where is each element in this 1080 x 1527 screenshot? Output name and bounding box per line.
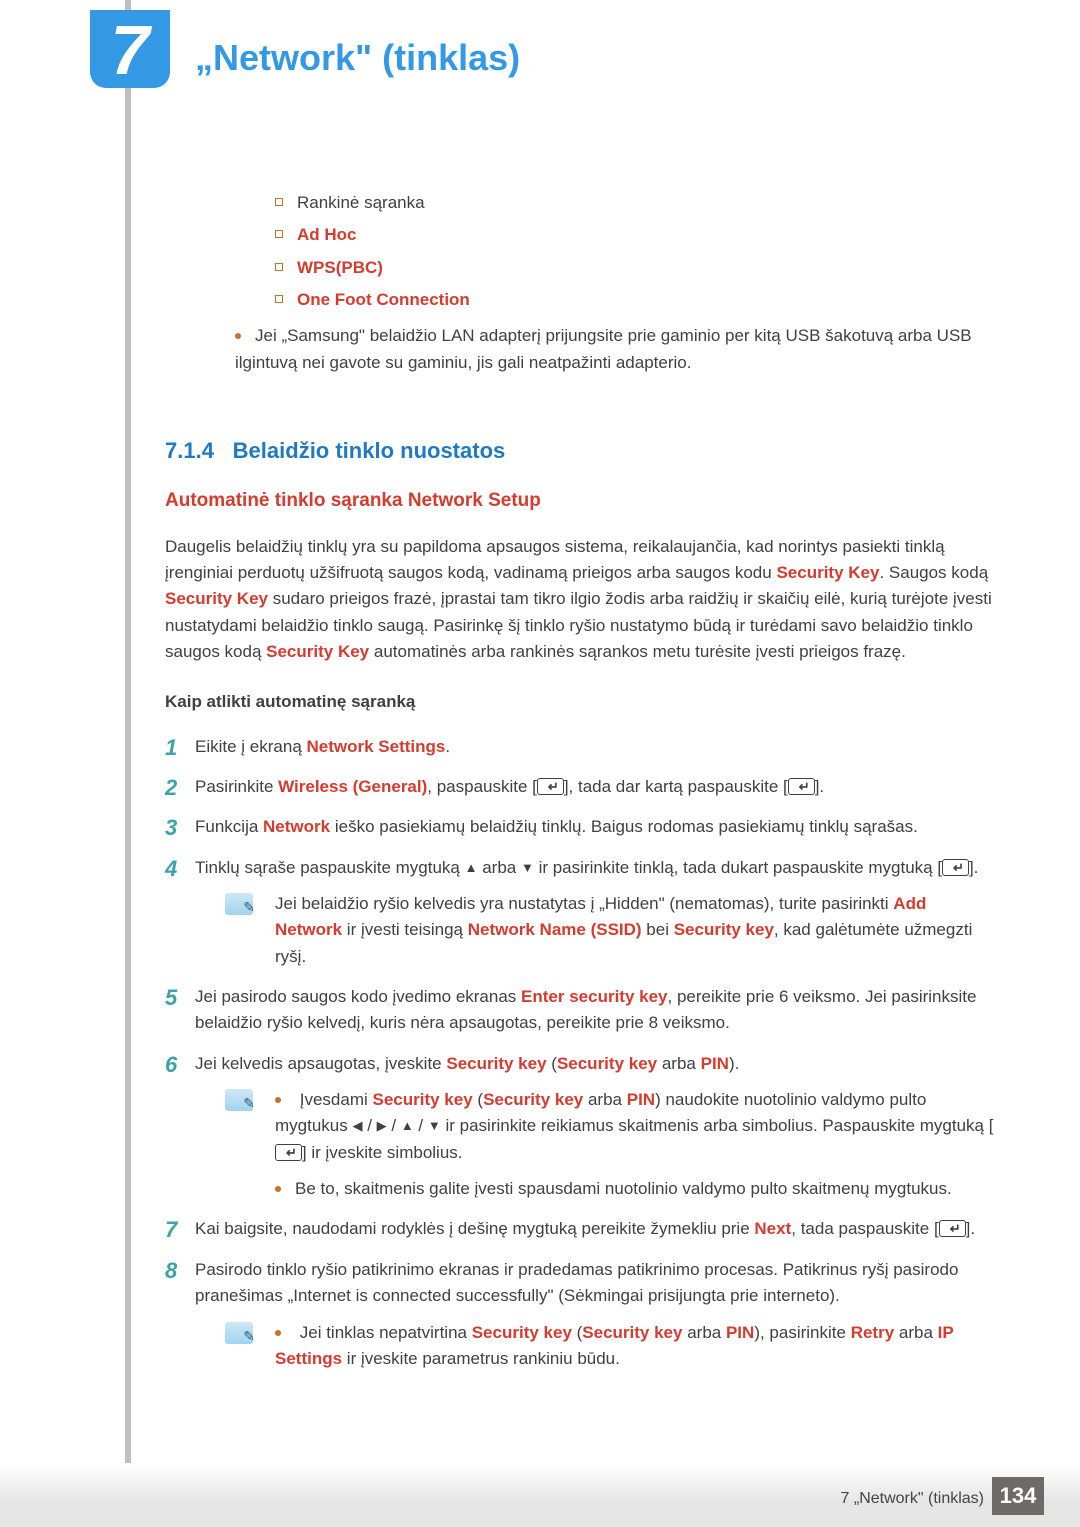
note-sublist: Jei tinklas nepatvirtina Security key (S… (275, 1320, 995, 1373)
section-number: 7.1.4 (165, 438, 214, 463)
step-7: 7 Kai baigsite, naudodami rodyklės į deš… (165, 1216, 995, 1242)
step-number: 7 (165, 1213, 177, 1247)
list-item: Įvesdami Security key (Security key arba… (275, 1087, 995, 1166)
up-arrow-icon (465, 858, 478, 877)
left-gutter (125, 0, 131, 1470)
chapter-title: „Network" (tinklas) (195, 30, 520, 86)
section-heading: 7.1.4 Belaidžio tinklo nuostatos (165, 434, 995, 468)
step-number: 2 (165, 771, 177, 805)
paragraph: Daugelis belaidžių tinklų yra su papildo… (165, 534, 995, 666)
note-block: Jei belaidžio ryšio kelvedis yra nustaty… (195, 891, 995, 970)
note-sublist: Įvesdami Security key (Security key arba… (275, 1087, 995, 1202)
step-number: 8 (165, 1254, 177, 1288)
list-item: One Foot Connection (275, 287, 995, 313)
down-arrow-icon (521, 858, 534, 877)
enter-icon: ↵ (275, 1144, 302, 1161)
steps-list: 1 Eikite į ekraną Network Settings. 2 Pa… (165, 734, 995, 1373)
left-arrow-icon (352, 1116, 362, 1135)
list-item: Rankinė sąranka (275, 190, 995, 216)
note-block: Įvesdami Security key (Security key arba… (195, 1087, 995, 1202)
chapter-number: 7 (90, 10, 170, 90)
down-arrow-icon (428, 1116, 441, 1135)
chapter-badge: 7 (90, 10, 170, 88)
step-8: 8 Pasirodo tinklo ryšio patikrinimo ekra… (165, 1257, 995, 1372)
setup-options-list: Rankinė sąranka Ad Hoc WPS(PBC) One Foot… (165, 190, 995, 313)
step-4: 4 Tinklų sąraše paspauskite mygtuką arba… (165, 855, 995, 970)
list-item: WPS(PBC) (275, 255, 995, 281)
footer: 7 „Network" (tinklas) 134 (0, 1463, 1080, 1527)
step-number: 1 (165, 731, 177, 765)
content-area: Rankinė sąranka Ad Hoc WPS(PBC) One Foot… (165, 190, 995, 1386)
list-item: Jei tinklas nepatvirtina Security key (S… (275, 1320, 995, 1373)
step-2: 2 Pasirinkite Wireless (General), paspau… (165, 774, 995, 800)
note-icon (225, 1089, 253, 1111)
enter-icon: ↵ (939, 1220, 966, 1237)
right-arrow-icon (377, 1116, 387, 1135)
enter-icon: ↵ (537, 778, 564, 795)
page: 7 „Network" (tinklas) Rankinė sąranka Ad… (0, 0, 1080, 1527)
step-number: 3 (165, 811, 177, 845)
step-6: 6 Jei kelvedis apsaugotas, įveskite Secu… (165, 1051, 995, 1203)
enter-icon: ↵ (788, 778, 815, 795)
section-title: Belaidžio tinklo nuostatos (233, 438, 506, 463)
step-number: 6 (165, 1048, 177, 1082)
footer-breadcrumb: 7 „Network" (tinklas) (841, 1487, 984, 1512)
list-item: Jei „Samsung" belaidžio LAN adapterį pri… (235, 323, 995, 376)
step-3: 3 Funkcija Network ieško pasiekiamų bela… (165, 814, 995, 840)
step-5: 5 Jei pasirodo saugos kodo įvedimo ekran… (165, 984, 995, 1037)
procedure-heading: Kaip atlikti automatinę sąranką (165, 689, 995, 715)
footer-bar: 7 „Network" (tinklas) 134 (0, 1503, 1080, 1527)
up-arrow-icon (401, 1116, 414, 1135)
enter-icon: ↵ (942, 859, 969, 876)
note-list: Jei „Samsung" belaidžio LAN adapterį pri… (165, 323, 995, 376)
note-icon (225, 1322, 253, 1344)
note-block: Jei tinklas nepatvirtina Security key (S… (195, 1320, 995, 1373)
step-number: 4 (165, 852, 177, 886)
note-icon (225, 893, 253, 915)
page-number-badge: 134 (992, 1477, 1044, 1515)
step-1: 1 Eikite į ekraną Network Settings. (165, 734, 995, 760)
sub-heading: Automatinė tinklo sąranka Network Setup (165, 486, 995, 515)
step-number: 5 (165, 981, 177, 1015)
list-item: Ad Hoc (275, 222, 995, 248)
list-item: Be to, skaitmenis galite įvesti spausdam… (275, 1176, 995, 1202)
